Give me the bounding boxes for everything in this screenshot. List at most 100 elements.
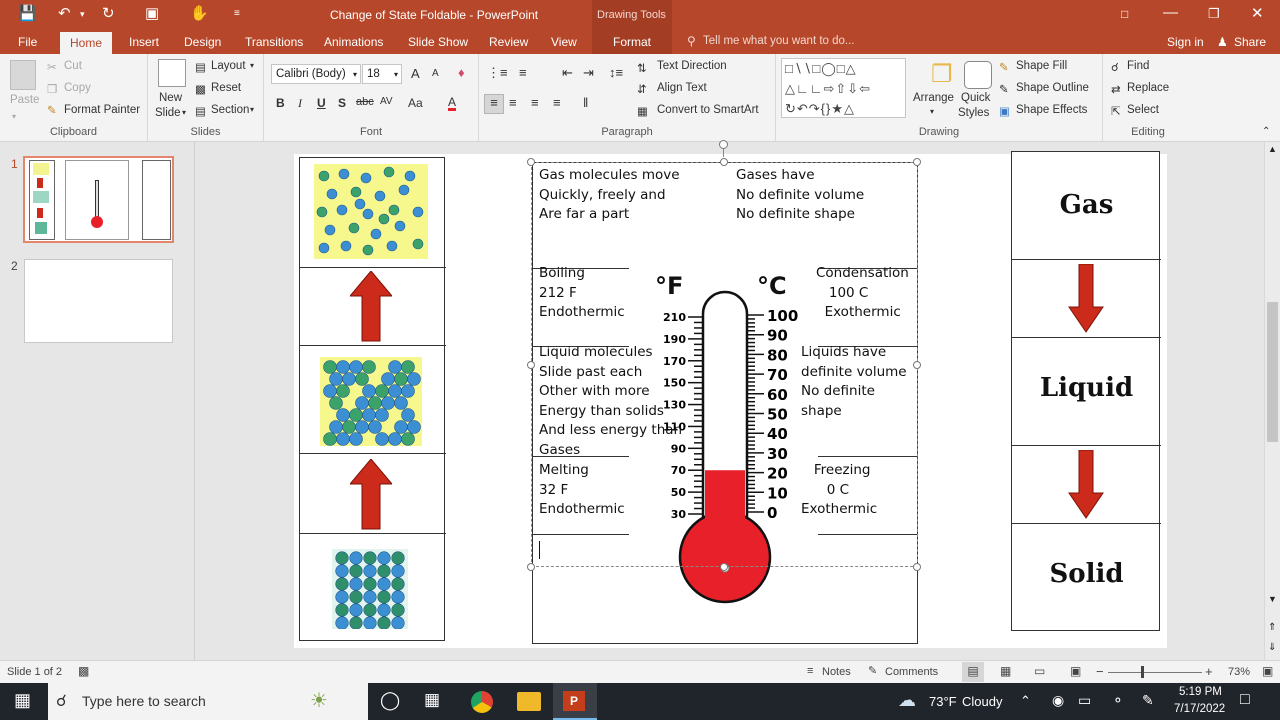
bold-button[interactable]: B	[276, 96, 285, 110]
tab-format[interactable]: Format	[613, 35, 651, 49]
section-icon[interactable]: ▤	[195, 104, 206, 118]
tab-design[interactable]: Design	[184, 35, 221, 49]
replace-icon[interactable]: ⇄	[1111, 82, 1121, 96]
cut-button[interactable]: Cut	[64, 60, 82, 72]
battery-icon[interactable]: ▭	[1078, 692, 1091, 709]
section-button[interactable]: Section	[211, 104, 249, 116]
slide-sorter-icon[interactable]: ▦	[1000, 664, 1011, 678]
new-slide-label-2[interactable]: Slide	[155, 107, 181, 119]
new-slide-icon[interactable]	[158, 59, 186, 87]
resize-handle[interactable]	[720, 563, 728, 571]
touch-mode-icon[interactable]: ✋	[190, 4, 209, 22]
quick-styles-icon[interactable]	[964, 61, 992, 89]
wifi-icon[interactable]: ⚬	[1112, 692, 1124, 709]
copy-button[interactable]: Copy	[64, 82, 91, 94]
comments-icon[interactable]: ✎	[868, 664, 877, 677]
undo-dropdown-icon[interactable]: ▾	[80, 9, 85, 20]
file-explorer-icon[interactable]	[517, 692, 541, 711]
clock-date[interactable]: 7/17/2022	[1174, 703, 1225, 715]
section-dropdown-icon[interactable]: ▾	[250, 105, 254, 114]
tab-home[interactable]: Home	[60, 32, 113, 54]
numbering-icon[interactable]: ≡	[519, 65, 527, 80]
selection-box[interactable]	[531, 162, 918, 567]
rotation-handle[interactable]	[719, 140, 728, 149]
previous-slide-icon[interactable]: ⇑	[1268, 622, 1276, 633]
cortana-icon[interactable]: ◯	[380, 690, 400, 711]
scroll-thumb[interactable]	[1267, 302, 1278, 442]
chrome-icon[interactable]	[471, 691, 493, 713]
layout-button[interactable]: Layout	[211, 60, 246, 72]
strikethrough-button[interactable]: abc	[356, 96, 374, 108]
notifications-icon[interactable]: □	[1240, 691, 1250, 709]
ribbon-display-icon[interactable]: □	[1121, 7, 1128, 21]
slide-thumbnail-2[interactable]	[24, 259, 173, 343]
grow-font-icon[interactable]: A	[411, 66, 420, 81]
text-direction-icon[interactable]: ⇅	[637, 61, 647, 75]
underline-button[interactable]: U	[317, 96, 326, 110]
zoom-slider-thumb[interactable]	[1141, 666, 1144, 678]
scroll-down-icon[interactable]: ▼	[1268, 594, 1277, 604]
line-spacing-icon[interactable]: ↕≡	[609, 65, 623, 80]
justify-icon[interactable]: ≡	[553, 95, 561, 110]
redo-icon[interactable]: ↻	[102, 4, 115, 22]
comments-button[interactable]: Comments	[885, 666, 938, 678]
align-right-icon[interactable]: ≡	[531, 95, 539, 110]
format-painter-icon[interactable]: ✎	[47, 103, 57, 117]
tab-transitions[interactable]: Transitions	[245, 35, 303, 49]
normal-view-icon[interactable]: ▤	[962, 662, 984, 682]
smartart-icon[interactable]: ▦	[637, 104, 648, 118]
shape-fill-button[interactable]: Shape Fill	[1016, 60, 1067, 72]
find-icon[interactable]: ☌	[1111, 60, 1119, 74]
states-label-strip[interactable]: Gas Liquid Solid	[1011, 151, 1161, 631]
microphone-icon[interactable]: ◉	[1052, 692, 1064, 709]
tab-animations[interactable]: Animations	[324, 35, 383, 49]
layout-icon[interactable]: ▤	[195, 60, 206, 74]
align-center-icon[interactable]: ≡	[509, 95, 517, 110]
resize-handle[interactable]	[913, 158, 921, 166]
taskbar-search-box[interactable]: ☌ Type here to search ☀	[48, 683, 368, 720]
columns-icon[interactable]: ‖	[583, 95, 588, 110]
notes-icon[interactable]: ≡	[807, 665, 813, 677]
replace-button[interactable]: Replace	[1127, 82, 1169, 94]
share-icon[interactable]: ♟	[1217, 35, 1228, 49]
slide-show-icon[interactable]: ▣	[1070, 664, 1081, 678]
spelling-icon[interactable]: ▩	[78, 664, 89, 678]
reset-icon[interactable]: ▩	[195, 82, 206, 96]
select-button[interactable]: Select	[1127, 104, 1159, 116]
tab-file[interactable]: File	[18, 35, 37, 49]
zoom-in-icon[interactable]: +	[1205, 664, 1213, 679]
share-button[interactable]: Share	[1234, 35, 1266, 49]
scroll-up-icon[interactable]: ▲	[1268, 144, 1277, 154]
weather-desc[interactable]: Cloudy	[962, 694, 1002, 709]
resize-handle[interactable]	[527, 563, 535, 571]
resize-handle[interactable]	[913, 563, 921, 571]
font-face-select[interactable]: Calibri (Body) ▾	[271, 64, 361, 84]
find-button[interactable]: Find	[1127, 60, 1149, 72]
arrange-icon[interactable]: ❐	[931, 60, 953, 89]
decrease-indent-icon[interactable]: ⇤	[562, 65, 573, 81]
clear-formatting-icon[interactable]: ♦	[458, 65, 465, 80]
clock-time[interactable]: 5:19 PM	[1179, 686, 1222, 698]
slide-thumbnail-1[interactable]	[23, 156, 174, 243]
shape-outline-button[interactable]: Shape Outline	[1016, 82, 1089, 94]
collapse-ribbon-icon[interactable]: ⌃	[1262, 126, 1270, 137]
quick-styles-label-2[interactable]: Styles	[958, 107, 989, 119]
reset-button[interactable]: Reset	[211, 82, 241, 94]
shrink-font-icon[interactable]: A	[432, 68, 439, 79]
weather-temp[interactable]: 73°F	[929, 694, 957, 709]
layout-dropdown-icon[interactable]: ▾	[250, 61, 254, 70]
vertical-scrollbar[interactable]: ▲ ▼ ⇑ ⇓	[1264, 142, 1280, 660]
undo-icon[interactable]: ↶	[58, 4, 71, 22]
align-text-icon[interactable]: ⇵	[637, 82, 647, 96]
new-slide-label-1[interactable]: New	[159, 92, 182, 104]
minimize-icon[interactable]: —	[1163, 4, 1178, 21]
tab-insert[interactable]: Insert	[129, 35, 159, 49]
increase-indent-icon[interactable]: ⇥	[583, 65, 594, 81]
sign-in-link[interactable]: Sign in	[1167, 35, 1204, 49]
powerpoint-taskbar-button[interactable]: P	[553, 683, 597, 720]
cloud-icon[interactable]: ☁	[898, 690, 916, 711]
new-slide-dropdown-icon[interactable]: ▾	[182, 108, 186, 117]
character-spacing-button[interactable]: AV	[380, 96, 393, 107]
tab-review[interactable]: Review	[489, 35, 528, 49]
resize-handle[interactable]	[720, 158, 728, 166]
